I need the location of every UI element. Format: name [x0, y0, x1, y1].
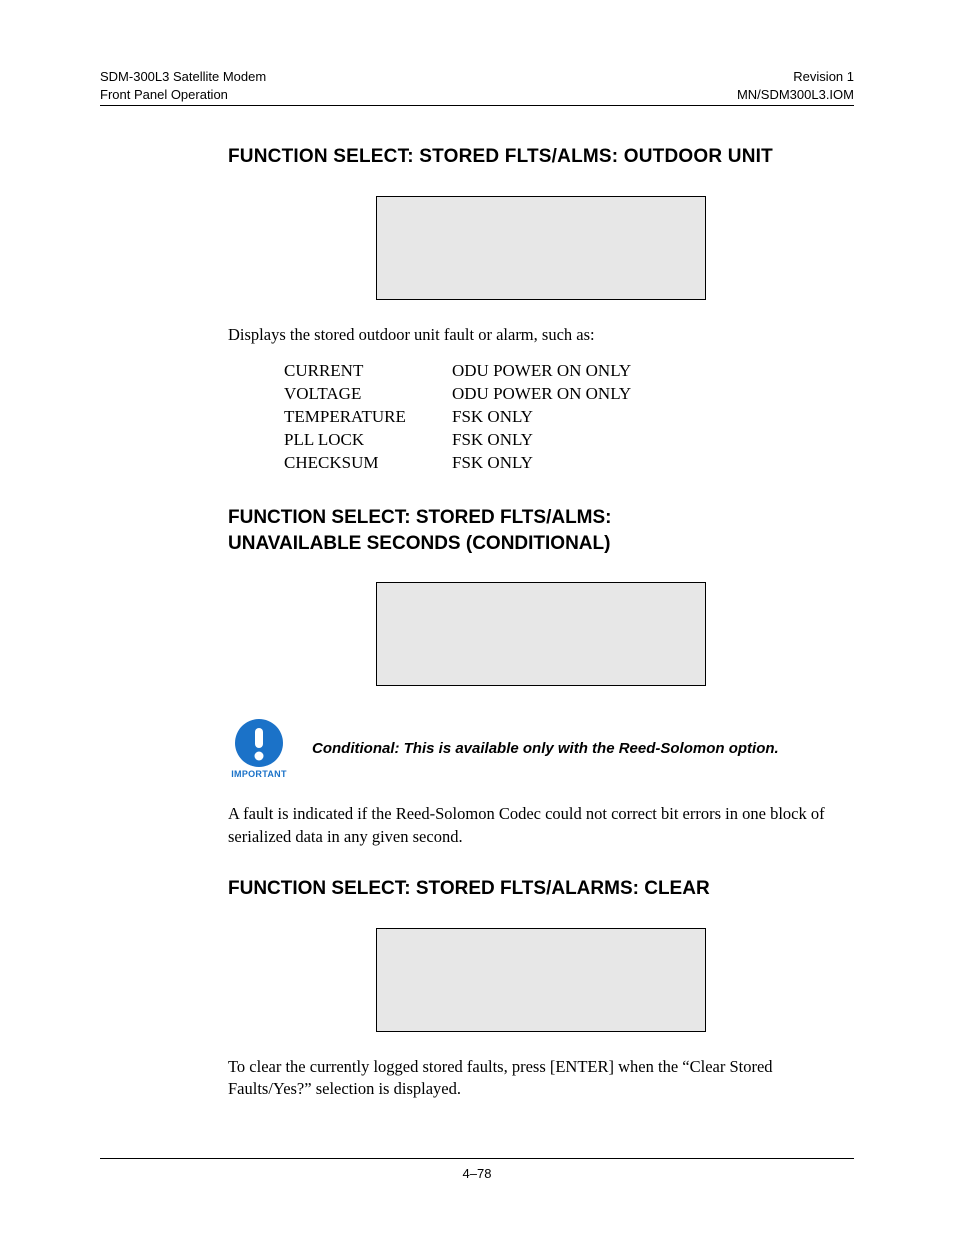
- section2-heading-line2: UNAVAILABLE SECONDS (CONDITIONAL): [228, 531, 854, 557]
- important-note: IMPORTANT Conditional: This is available…: [228, 718, 854, 779]
- fault-row: PLL LOCK FSK ONLY: [284, 429, 854, 452]
- header-right: Revision 1 MN/SDM300L3.IOM: [737, 68, 854, 103]
- fault-row: CURRENT ODU POWER ON ONLY: [284, 360, 854, 383]
- fault-row: VOLTAGE ODU POWER ON ONLY: [284, 383, 854, 406]
- footer-rule: [100, 1158, 854, 1159]
- fault-condition: ODU POWER ON ONLY: [452, 360, 631, 383]
- header-left: SDM-300L3 Satellite Modem Front Panel Op…: [100, 68, 266, 103]
- important-note-text: Conditional: This is available only with…: [312, 740, 779, 757]
- section3-heading: FUNCTION SELECT: STORED FLTS/ALARMS: CLE…: [228, 878, 854, 900]
- section1-heading: FUNCTION SELECT: STORED FLTS/ALMS: OUTDO…: [228, 146, 854, 168]
- section3-para: To clear the currently logged stored fau…: [228, 1056, 854, 1101]
- fault-name: TEMPERATURE: [284, 406, 452, 429]
- fault-row: TEMPERATURE FSK ONLY: [284, 406, 854, 429]
- section1-intro: Displays the stored outdoor unit fault o…: [228, 324, 854, 346]
- fault-name: VOLTAGE: [284, 383, 452, 406]
- page-number: 4–78: [0, 1166, 954, 1181]
- fault-condition: FSK ONLY: [452, 406, 533, 429]
- fault-name: CHECKSUM: [284, 452, 452, 475]
- section2-heading-line1: FUNCTION SELECT: STORED FLTS/ALMS:: [228, 505, 854, 531]
- exclamation-circle-icon: [234, 718, 284, 768]
- main-content: FUNCTION SELECT: STORED FLTS/ALMS: OUTDO…: [228, 146, 854, 1100]
- fault-row: CHECKSUM FSK ONLY: [284, 452, 854, 475]
- fault-name: CURRENT: [284, 360, 452, 383]
- header-left-line1: SDM-300L3 Satellite Modem: [100, 68, 266, 86]
- fault-table: CURRENT ODU POWER ON ONLY VOLTAGE ODU PO…: [284, 360, 854, 475]
- section2-heading: FUNCTION SELECT: STORED FLTS/ALMS: UNAVA…: [228, 505, 854, 556]
- display-box-placeholder: [376, 196, 706, 300]
- header-right-line2: MN/SDM300L3.IOM: [737, 86, 854, 104]
- fault-condition: ODU POWER ON ONLY: [452, 383, 631, 406]
- fault-condition: FSK ONLY: [452, 429, 533, 452]
- page-header: SDM-300L3 Satellite Modem Front Panel Op…: [100, 68, 854, 103]
- important-label: IMPORTANT: [231, 769, 287, 779]
- header-right-line1: Revision 1: [737, 68, 854, 86]
- header-rule: [100, 105, 854, 106]
- header-left-line2: Front Panel Operation: [100, 86, 266, 104]
- display-box-placeholder: [376, 928, 706, 1032]
- display-box-placeholder: [376, 582, 706, 686]
- section2-para: A fault is indicated if the Reed-Solomon…: [228, 803, 854, 848]
- fault-condition: FSK ONLY: [452, 452, 533, 475]
- important-icon: IMPORTANT: [228, 718, 290, 779]
- fault-name: PLL LOCK: [284, 429, 452, 452]
